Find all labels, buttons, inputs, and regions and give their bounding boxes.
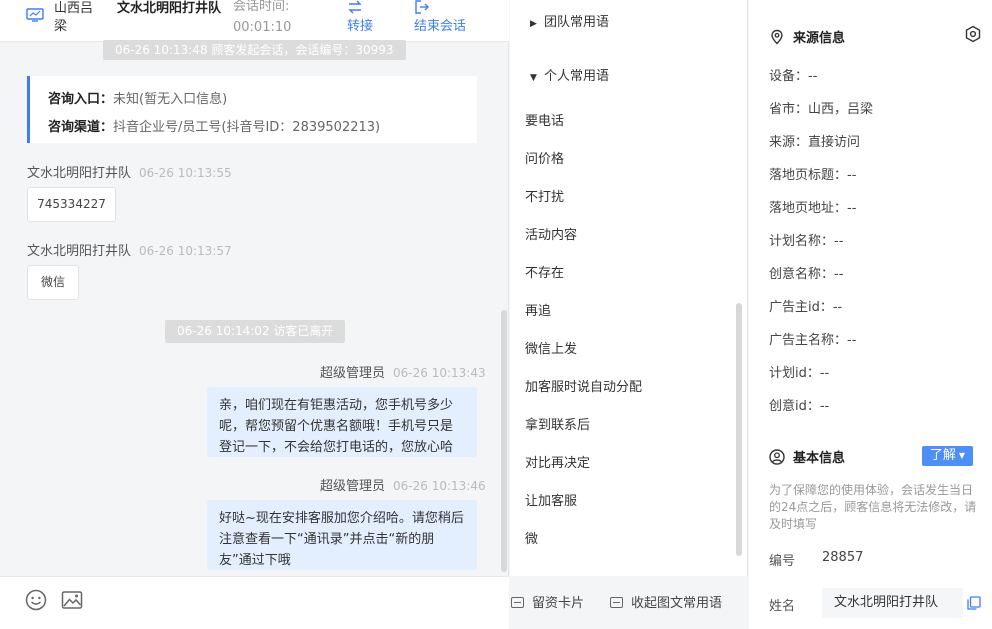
message-meta: 文水北明阳打井队 06-26 10:13:55 [27,162,232,181]
team-phrases-group[interactable]: ▶ 团队常用语 [530,11,609,30]
consult-entry-row: 咨询入口：未知(暂无入口信息) [48,86,477,114]
source-info-title: 来源信息 [769,27,845,46]
user-circle-icon [769,449,785,465]
message-sender: 超级管理员 [320,366,386,381]
session-start-notice: 06-26 10:13:48 顾客发起会话，会话编号：30993 [103,40,406,60]
customer-name-label: 姓名 [769,599,796,614]
caret-right-icon: ▶ [530,19,537,29]
customer-id-value: 28857 [822,550,864,565]
chat-panel: 山西吕梁 文水北明阳打井队 会话时间: 00:01:10 转接 结束会话 06-… [0,0,509,629]
card-icon [610,597,623,608]
phrase-item[interactable]: 不打扰 [525,186,564,205]
edit-deadline-note: 为了保障您的使用体验，会话发生当日的24点之后，顾客信息将无法修改，请及时填写 [769,483,977,531]
source-field: 设备：-- [769,69,818,84]
phrase-item[interactable]: 加客服时说自动分配 [525,376,642,395]
phrase-item[interactable]: 要电话 [525,110,564,129]
source-info-label: 来源信息 [793,31,846,46]
caret-down-icon: ▼ [958,451,966,460]
copy-icon[interactable] [967,596,981,610]
source-field: 广告主id：-- [769,300,843,315]
source-field: 广告主名称：-- [769,333,857,348]
source-field: 创意名称：-- [769,267,844,282]
phrase-item[interactable]: 再追 [525,300,551,319]
end-session-button[interactable]: 结束会话 [414,0,466,36]
source-field: 创意id：-- [769,399,830,414]
chat-footer [0,576,509,629]
lead-card-link[interactable]: 留资卡片 [511,592,584,611]
customer-id-label: 编号 [769,554,796,569]
visitor-left-notice: 06-26 10:14:02 访客已离开 [165,320,346,343]
consult-channel-row: 咨询渠道：抖音企业号/员工号(抖音号ID：2839502213) [48,114,477,142]
message-sender: 超级管理员 [320,479,386,494]
settings-icon[interactable] [964,25,982,43]
chat-workspace: 山西吕梁 文水北明阳打井队 会话时间: 00:01:10 转接 结束会话 06-… [0,0,992,629]
message-meta: 超级管理员 06-26 10:13:43 [320,362,486,381]
visitor-message: 微信 [27,265,79,300]
logout-icon [415,0,429,14]
consult-entry-key: 咨询入口： [48,92,114,107]
message-sender: 文水北明阳打井队 [27,244,132,259]
message-sender: 文水北明阳打井队 [27,166,132,181]
message-time: 06-26 10:13:46 [393,479,486,493]
message-meta: 超级管理员 06-26 10:13:46 [320,475,486,494]
message-time: 06-26 10:13:57 [139,244,232,258]
consult-entry-value: 未知(暂无入口信息) [113,92,228,107]
visitor-location: 山西吕梁 [54,1,94,34]
collapse-phrases-link[interactable]: 收起图文常用语 [610,592,722,611]
consult-channel-key: 咨询渠道： [48,120,114,135]
phrases-scrollbar[interactable] [736,303,742,556]
message-meta: 文水北明阳打井队 06-26 10:13:57 [27,240,232,259]
transfer-icon [348,0,362,14]
collapse-phrases-label: 收起图文常用语 [631,596,723,611]
phrase-item[interactable]: 微信上发 [525,338,577,357]
team-phrases-label: 团队常用语 [544,15,610,30]
session-time-label: 会话时间: [233,0,290,14]
message-time: 06-26 10:13:43 [393,366,486,380]
source-field: 计划名称：-- [769,234,844,249]
consult-info-card: 咨询入口：未知(暂无入口信息) 咨询渠道：抖音企业号/员工号(抖音号ID：283… [27,76,477,143]
visitor-name: 文水北明阳打井队 [117,1,222,16]
consult-channel-value: 抖音企业号/员工号(抖音号ID：2839502213) [113,120,381,135]
source-field: 省市：山西，吕梁 [769,102,874,117]
phrase-item[interactable]: 不存在 [525,262,564,281]
personal-phrases-group[interactable]: ▼ 个人常用语 [530,65,609,84]
source-field: 落地页标题：-- [769,168,857,183]
personal-phrases-label: 个人常用语 [544,69,610,84]
smile-icon[interactable] [25,589,47,611]
message-time: 06-26 10:13:55 [139,166,232,180]
phrase-item[interactable]: 拿到联系后 [525,414,590,433]
location-pin-icon [771,29,783,45]
chat-header: 山西吕梁 文水北明阳打井队 会话时间: 00:01:10 转接 结束会话 [0,0,509,42]
basic-info-title: 基本信息 [769,447,845,466]
quick-phrases-panel: ▶ 团队常用语 ▼ 个人常用语 要电话 问价格 不打扰 活动内容 不存在 再追 微信… [510,0,748,576]
phrase-item[interactable]: 问价格 [525,148,564,167]
phrase-item[interactable]: 让加客服 [525,490,577,509]
phrase-item[interactable]: 活动内容 [525,224,577,243]
learn-more-dropdown[interactable]: 了解 ▼ [922,446,973,466]
basic-info-label: 基本信息 [793,451,846,466]
card-icon [511,597,524,608]
session-time-value: 00:01:10 [233,20,292,35]
agent-message: 好哒~现在安排客服加您介绍哈。请您稍后注意查看一下“通讯录”并点击“新的朋友”通… [207,500,477,570]
source-field: 来源：直接访问 [769,135,861,150]
phrase-item[interactable]: 微 [525,528,538,547]
source-field: 落地页地址：-- [769,201,857,216]
phrase-item[interactable]: 对比再决定 [525,452,590,471]
transfer-label: 转接 [347,19,374,34]
customer-name-field[interactable]: 文水北明阳打井队 [822,588,963,618]
monitor-icon [26,8,44,22]
learn-more-label: 了解 [929,448,956,463]
caret-down-icon: ▼ [530,73,537,83]
chat-scrollbar[interactable] [501,310,507,572]
end-session-label: 结束会话 [414,19,467,34]
lead-card-text: 留资卡片 [532,596,585,611]
visitor-message: 745334227 [27,187,116,222]
image-icon[interactable] [61,589,83,611]
agent-message: 亲，咱们现在有钜惠活动，您手机号多少呢，帮您预留个优惠名额哦！手机号只是登记一下… [207,387,477,457]
transfer-button[interactable]: 转接 [347,0,373,36]
source-field: 计划id：-- [769,366,830,381]
customer-info-panel: 来源信息 设备：-- 省市：山西，吕梁 来源：直接访问 落地页标题：-- 落地页… [749,0,992,629]
